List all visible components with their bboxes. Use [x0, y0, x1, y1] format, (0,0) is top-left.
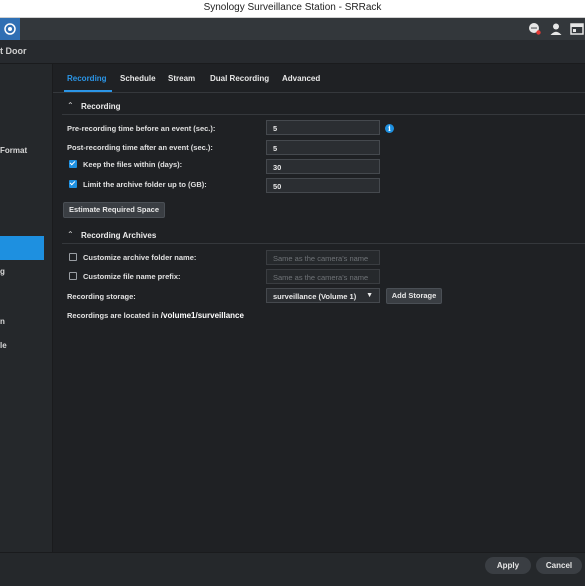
recording-storage-select[interactable]: surveillance (Volume 1) ▼ [266, 288, 380, 303]
tab-advanced[interactable]: Advanced [282, 74, 320, 83]
chevron-up-icon[interactable]: ⌃ [67, 230, 74, 239]
pre-recording-label: Pre-recording time before an event (sec.… [67, 124, 216, 133]
tab-dual-recording[interactable]: Dual Recording [210, 74, 269, 83]
window-title: Synology Surveillance Station - SRRack [203, 2, 382, 13]
recording-section-title[interactable]: Recording [81, 102, 121, 111]
pre-recording-input[interactable]: 5 [266, 120, 380, 135]
archive-folder-label: Customize archive folder name: [83, 253, 197, 262]
file-prefix-input[interactable]: Same as the camera's name [266, 269, 380, 284]
keep-files-checkbox[interactable] [69, 160, 77, 168]
apply-button[interactable]: Apply [485, 557, 531, 574]
sidebar-item-format[interactable]: Format [0, 146, 44, 155]
camera-header [0, 40, 585, 64]
chat-icon[interactable] [527, 22, 541, 36]
post-recording-label: Post-recording time after an event (sec.… [67, 143, 213, 152]
window-title-bar: Synology Surveillance Station - SRRack [0, 0, 585, 18]
section-divider [62, 114, 585, 115]
archive-folder-checkbox[interactable] [69, 253, 77, 261]
section-divider [62, 243, 585, 244]
add-storage-button[interactable]: Add Storage [386, 288, 442, 304]
chevron-down-icon: ▼ [366, 292, 373, 299]
limit-archive-label: Limit the archive folder up to (GB): [83, 180, 207, 189]
cancel-button[interactable]: Cancel [536, 557, 582, 574]
sidebar-item-3[interactable]: g [0, 267, 44, 276]
limit-archive-input[interactable]: 50 [266, 178, 380, 193]
keep-files-input[interactable]: 30 [266, 159, 380, 174]
app-icon[interactable] [0, 18, 20, 40]
recording-storage-value: surveillance (Volume 1) [273, 292, 357, 301]
post-recording-input[interactable]: 5 [266, 140, 380, 155]
camera-title: t Door [0, 46, 27, 56]
sidebar-item-4[interactable]: n [0, 317, 44, 326]
main-panel [53, 64, 585, 552]
tab-schedule[interactable]: Schedule [120, 74, 156, 83]
keep-files-label: Keep the files within (days): [83, 160, 183, 169]
tab-recording[interactable]: Recording [67, 74, 107, 83]
estimate-space-button[interactable]: Estimate Required Space [63, 202, 165, 218]
recordings-location-label: Recordings are located in /volume1/surve… [67, 311, 244, 320]
user-icon[interactable] [549, 22, 563, 36]
file-prefix-label: Customize file name prefix: [83, 272, 181, 281]
recording-storage-label: Recording storage: [67, 292, 136, 301]
location-path: /volume1/surveillance [160, 311, 244, 320]
chevron-up-icon[interactable]: ⌃ [67, 101, 74, 110]
sidebar [0, 64, 53, 552]
archive-folder-input[interactable]: Same as the camera's name [266, 250, 380, 265]
tab-stream[interactable]: Stream [168, 74, 195, 83]
info-icon[interactable]: i [385, 124, 394, 133]
app-toolbar [0, 18, 585, 40]
window-icon[interactable] [570, 22, 584, 36]
tabs-divider [53, 92, 585, 93]
limit-archive-checkbox[interactable] [69, 180, 77, 188]
file-prefix-checkbox[interactable] [69, 272, 77, 280]
sidebar-item-5[interactable]: le [0, 341, 44, 350]
sidebar-item-recording[interactable] [0, 236, 44, 260]
location-prefix: Recordings are located in [67, 311, 159, 320]
archives-section-title[interactable]: Recording Archives [81, 231, 156, 240]
